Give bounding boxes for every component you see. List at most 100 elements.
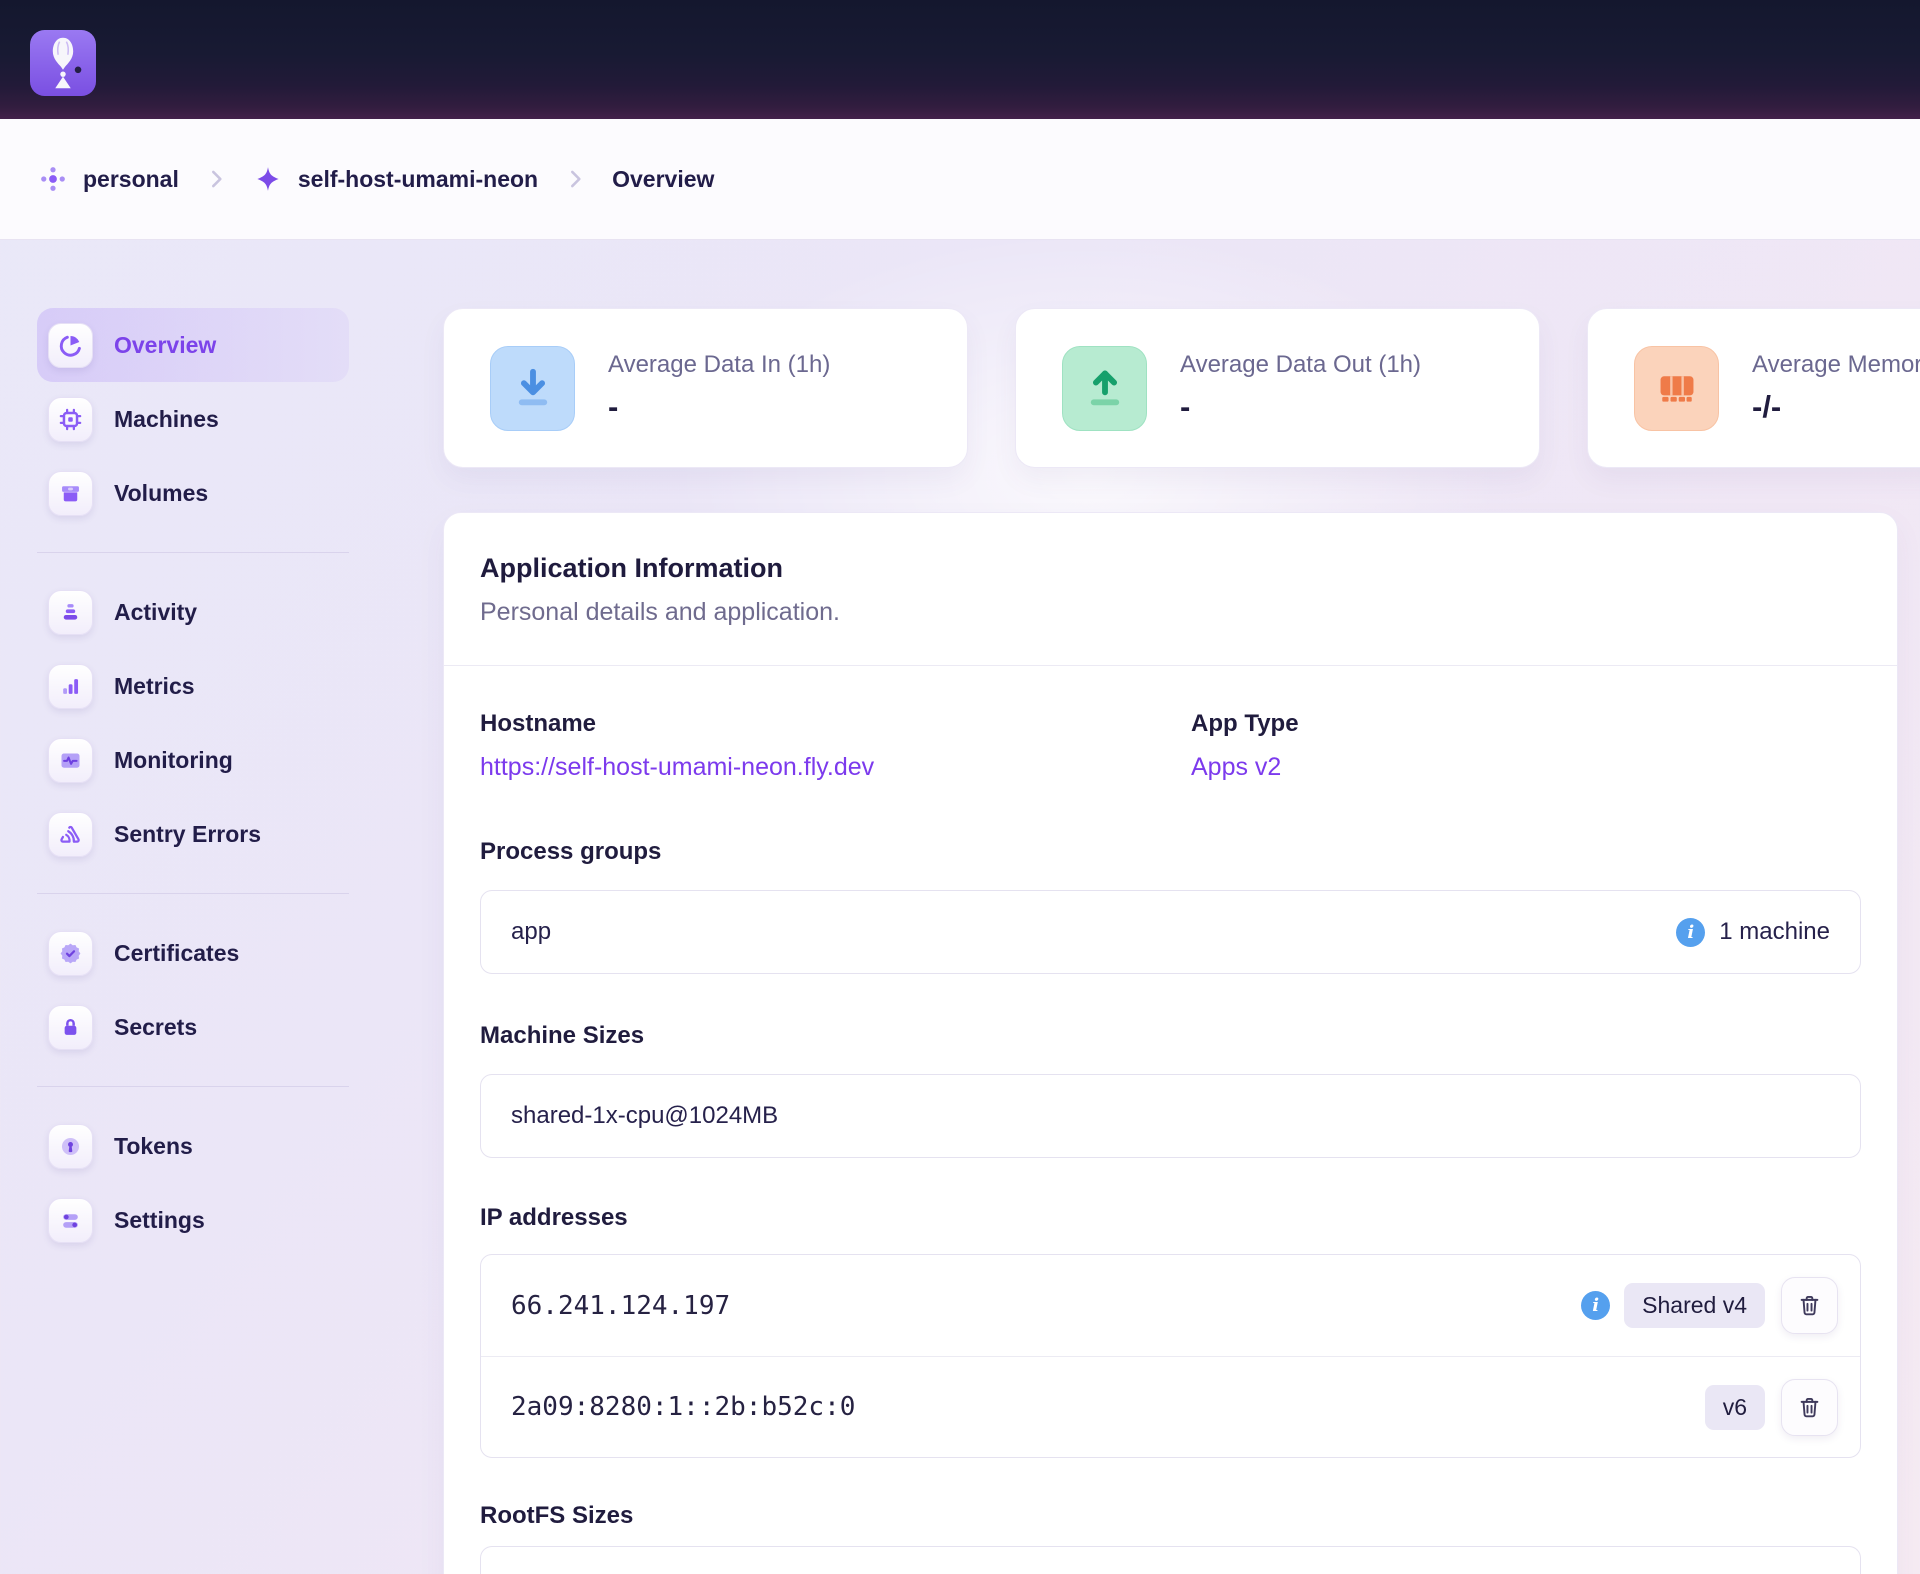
sidebar-label: Tokens — [114, 1133, 193, 1160]
sidebar-label: Settings — [114, 1207, 205, 1234]
machine-sizes-section: Machine Sizes shared-1x-cpu@1024MB — [480, 1022, 1861, 1158]
overview-pie-icon — [48, 323, 93, 368]
sidebar-label: Metrics — [114, 673, 195, 700]
sidebar-item-tokens[interactable]: Tokens — [37, 1109, 349, 1183]
app-header — [0, 0, 1920, 119]
org-icon — [38, 164, 68, 194]
stat-card-memory: Average Memory -/- — [1587, 308, 1920, 468]
page-subtitle: Personal details and application. — [480, 598, 1861, 627]
stat-label: Average Data Out (1h) — [1180, 351, 1421, 379]
upload-icon — [1062, 346, 1147, 431]
sidebar-item-monitoring[interactable]: Monitoring — [37, 723, 349, 797]
sidebar-item-secrets[interactable]: Secrets — [37, 990, 349, 1064]
sidebar-item-machines[interactable]: Machines — [37, 382, 349, 456]
app-type-label: App Type — [1191, 710, 1299, 738]
stat-card-data-in: Average Data In (1h) - — [443, 308, 968, 468]
application-information-header: Application Information Personal details… — [444, 513, 1897, 666]
page-title: Application Information — [480, 553, 1861, 584]
memory-icon — [1634, 346, 1719, 431]
main-content: Average Data In (1h) - Average Data Out … — [443, 308, 1920, 1574]
sidebar-label: Sentry Errors — [114, 821, 261, 848]
keyhole-icon — [48, 1124, 93, 1169]
ip-address-v4: 66.241.124.197 — [511, 1291, 730, 1321]
sentry-icon — [48, 812, 93, 857]
fly-logo[interactable] — [30, 30, 96, 96]
process-groups-label: Process groups — [480, 838, 1861, 866]
stat-label: Average Data In (1h) — [608, 351, 830, 379]
sidebar-label: Overview — [114, 332, 216, 359]
sidebar-label: Secrets — [114, 1014, 197, 1041]
chevron-right-icon — [562, 166, 588, 192]
sidebar-item-certificates[interactable]: Certificates — [37, 916, 349, 990]
sidebar-divider — [37, 893, 349, 894]
ip-addresses-section: IP addresses 66.241.124.197 i Shared v4 — [480, 1204, 1861, 1458]
info-icon[interactable]: i — [1676, 918, 1705, 947]
stat-card-data-out: Average Data Out (1h) - — [1015, 308, 1540, 468]
breadcrumb-org[interactable]: personal — [38, 164, 179, 194]
stat-value: -/- — [1752, 389, 1920, 425]
process-groups-section: Process groups app i 1 machine — [480, 838, 1861, 974]
hostname-field: Hostname https://self-host-umami-neon.fl… — [480, 710, 1191, 782]
application-information-card: Application Information Personal details… — [443, 512, 1898, 1574]
process-group-row: app i 1 machine — [480, 890, 1861, 974]
ip-row: 66.241.124.197 i Shared v4 — [481, 1255, 1860, 1356]
stats-row: Average Data In (1h) - Average Data Out … — [443, 308, 1920, 468]
sidebar-label: Machines — [114, 406, 219, 433]
hostname-link[interactable]: https://self-host-umami-neon.fly.dev — [480, 752, 874, 782]
delete-ip-button[interactable] — [1781, 1379, 1838, 1436]
app-type-field: App Type Apps v2 — [1191, 710, 1299, 782]
toggles-icon — [48, 1198, 93, 1243]
machine-size-row: shared-1x-cpu@1024MB — [480, 1074, 1861, 1158]
sidebar-divider — [37, 552, 349, 553]
monitor-pulse-icon — [48, 738, 93, 783]
machine-sizes-label: Machine Sizes — [480, 1022, 1861, 1050]
machine-count: 1 machine — [1719, 918, 1830, 946]
sidebar: Overview Machines — [37, 308, 349, 1574]
stat-label: Average Memory — [1752, 351, 1920, 379]
ip-addresses-box: 66.241.124.197 i Shared v4 — [480, 1254, 1861, 1458]
ip-address-v6: 2a09:8280:1::2b:b52c:0 — [511, 1392, 855, 1422]
breadcrumb-page[interactable]: Overview — [612, 166, 714, 193]
sidebar-item-overview[interactable]: Overview — [37, 308, 349, 382]
sidebar-label: Activity — [114, 599, 197, 626]
sidebar-item-metrics[interactable]: Metrics — [37, 649, 349, 723]
sidebar-label: Certificates — [114, 940, 239, 967]
box-icon — [48, 471, 93, 516]
breadcrumb-page-label: Overview — [612, 166, 714, 193]
app-type-link[interactable]: Apps v2 — [1191, 752, 1281, 782]
cpu-icon — [48, 397, 93, 442]
machine-size-value: shared-1x-cpu@1024MB — [511, 1102, 778, 1130]
rootfs-box: 471 MB 1 machine — [480, 1546, 1861, 1574]
sparkle-icon — [253, 164, 283, 194]
sidebar-item-activity[interactable]: Activity — [37, 575, 349, 649]
lock-icon — [48, 1005, 93, 1050]
ip-addresses-label: IP addresses — [480, 1204, 1861, 1232]
sidebar-item-sentry-errors[interactable]: Sentry Errors — [37, 797, 349, 871]
stat-value: - — [608, 389, 830, 425]
info-icon[interactable]: i — [1581, 1291, 1610, 1320]
process-group-name: app — [511, 918, 551, 946]
rootfs-sizes-section: RootFS Sizes 471 MB 1 machine — [480, 1502, 1861, 1574]
hostname-label: Hostname — [480, 710, 1191, 738]
chevron-right-icon — [203, 166, 229, 192]
breadcrumb-org-label: personal — [83, 166, 179, 193]
ip-type-badge: v6 — [1705, 1385, 1765, 1430]
breadcrumb: personal self-host-umami-neon Overview — [0, 119, 1920, 240]
download-icon — [490, 346, 575, 431]
rootfs-row: 471 MB 1 machine — [481, 1547, 1860, 1574]
delete-ip-button[interactable] — [1781, 1277, 1838, 1334]
ip-type-badge: Shared v4 — [1624, 1283, 1765, 1328]
ip-row: 2a09:8280:1::2b:b52c:0 v6 — [481, 1356, 1860, 1457]
activity-icon — [48, 590, 93, 635]
sidebar-item-settings[interactable]: Settings — [37, 1183, 349, 1257]
bar-chart-icon — [48, 664, 93, 709]
certificate-badge-icon — [48, 931, 93, 976]
sidebar-label: Volumes — [114, 480, 208, 507]
sidebar-divider — [37, 1086, 349, 1087]
stat-value: - — [1180, 389, 1421, 425]
rootfs-sizes-label: RootFS Sizes — [480, 1502, 1861, 1530]
sidebar-label: Monitoring — [114, 747, 233, 774]
sidebar-item-volumes[interactable]: Volumes — [37, 456, 349, 530]
breadcrumb-app[interactable]: self-host-umami-neon — [253, 164, 538, 194]
breadcrumb-app-label: self-host-umami-neon — [298, 166, 538, 193]
